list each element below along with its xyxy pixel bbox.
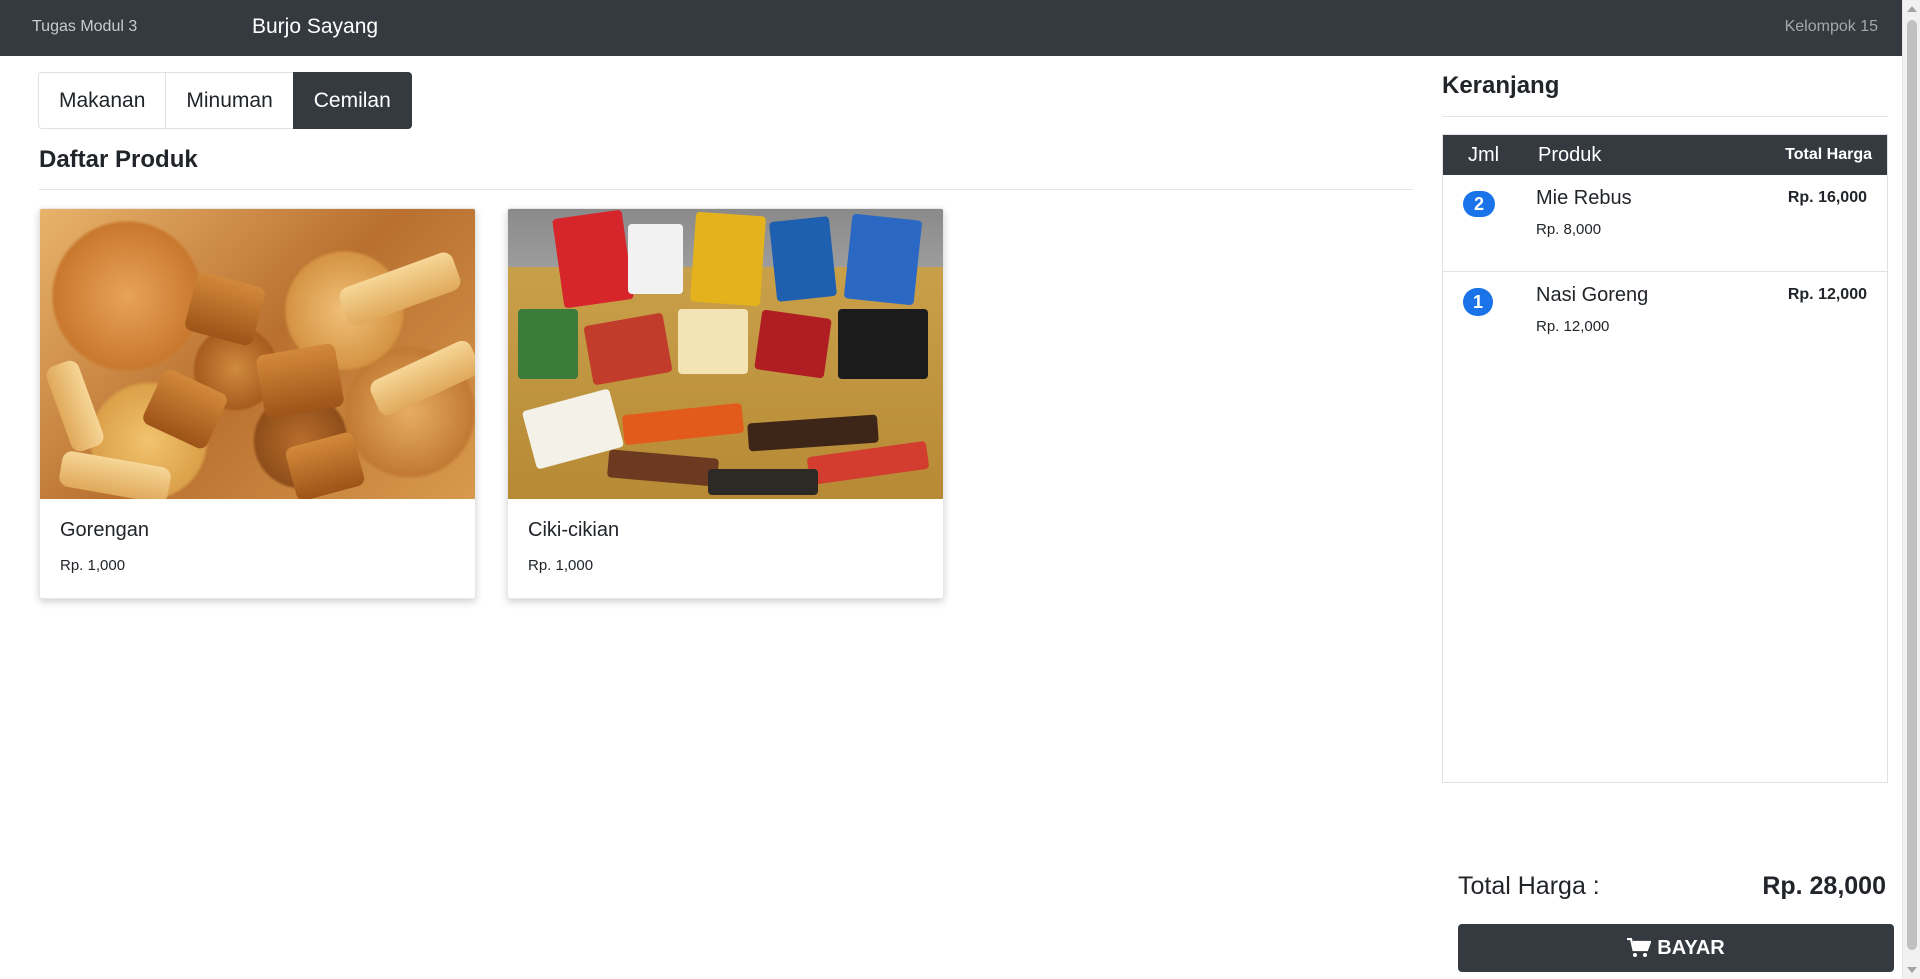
pay-button-label: BAYAR (1657, 936, 1725, 959)
product-price: Rp. 1,000 (60, 557, 126, 574)
cart-item-total: Rp. 16,000 (1787, 189, 1867, 206)
category-button-minuman[interactable]: Minuman (165, 72, 294, 129)
top-navbar: Tugas Modul 3 Burjo Sayang Kelompok 15 (0, 0, 1902, 56)
header-qty: Jml (1468, 144, 1500, 166)
qty-badge: 1 (1463, 288, 1493, 316)
cart-item-total: Rp. 12,000 (1787, 286, 1867, 303)
header-product: Produk (1538, 144, 1602, 166)
header-total: Total Harga (1785, 146, 1872, 163)
cart-item-name: Mie Rebus (1536, 187, 1632, 209)
qty-badge: 2 (1463, 191, 1495, 217)
cart-item-unit-price: Rp. 12,000 (1536, 318, 1610, 335)
cart-title: Keranjang (1442, 72, 1560, 99)
divider (1442, 116, 1888, 117)
product-name: Gorengan (60, 519, 149, 541)
pay-button[interactable]: BAYAR (1458, 924, 1894, 972)
packaged-chips-photo (508, 209, 943, 499)
product-list-title: Daftar Produk (39, 146, 198, 173)
cart-item-name: Nasi Goreng (1536, 284, 1649, 306)
scroll-down-arrow-icon[interactable] (1907, 967, 1917, 973)
cart-item[interactable]: 1 Nasi Goreng Rp. 12,000 Rp. 12,000 (1443, 272, 1887, 369)
divider (39, 189, 1413, 190)
total-value: Rp. 28,000 (1762, 872, 1886, 900)
cart-icon (1627, 938, 1652, 957)
fried-snacks-photo (40, 209, 475, 499)
product-card-gorengan[interactable]: Gorengan Rp. 1,000 (39, 208, 476, 599)
cart-list: Jml Produk Total Harga 2 Mie Rebus Rp. 8… (1442, 134, 1888, 783)
scroll-up-arrow-icon[interactable] (1907, 6, 1917, 12)
brand-title[interactable]: Burjo Sayang (252, 15, 378, 39)
nav-link-tugas[interactable]: Tugas Modul 3 (32, 18, 137, 36)
product-name: Ciki-cikian (528, 519, 620, 541)
cart-item[interactable]: 2 Mie Rebus Rp. 8,000 Rp. 16,000 (1443, 175, 1887, 272)
scroll-thumb[interactable] (1907, 20, 1917, 950)
product-card-ciki-cikian[interactable]: Ciki-cikian Rp. 1,000 (507, 208, 944, 599)
category-button-cemilan[interactable]: Cemilan (292, 72, 412, 129)
nav-group-label: Kelompok 15 (1784, 18, 1878, 35)
category-button-makanan[interactable]: Makanan (38, 72, 167, 129)
cart-table-header: Jml Produk Total Harga (1443, 135, 1887, 175)
cart-item-unit-price: Rp. 8,000 (1536, 221, 1602, 238)
vertical-scrollbar[interactable] (1902, 0, 1920, 979)
category-button-group: Makanan Minuman Cemilan (38, 72, 412, 129)
product-price: Rp. 1,000 (528, 557, 594, 574)
total-label: Total Harga : (1458, 872, 1600, 900)
